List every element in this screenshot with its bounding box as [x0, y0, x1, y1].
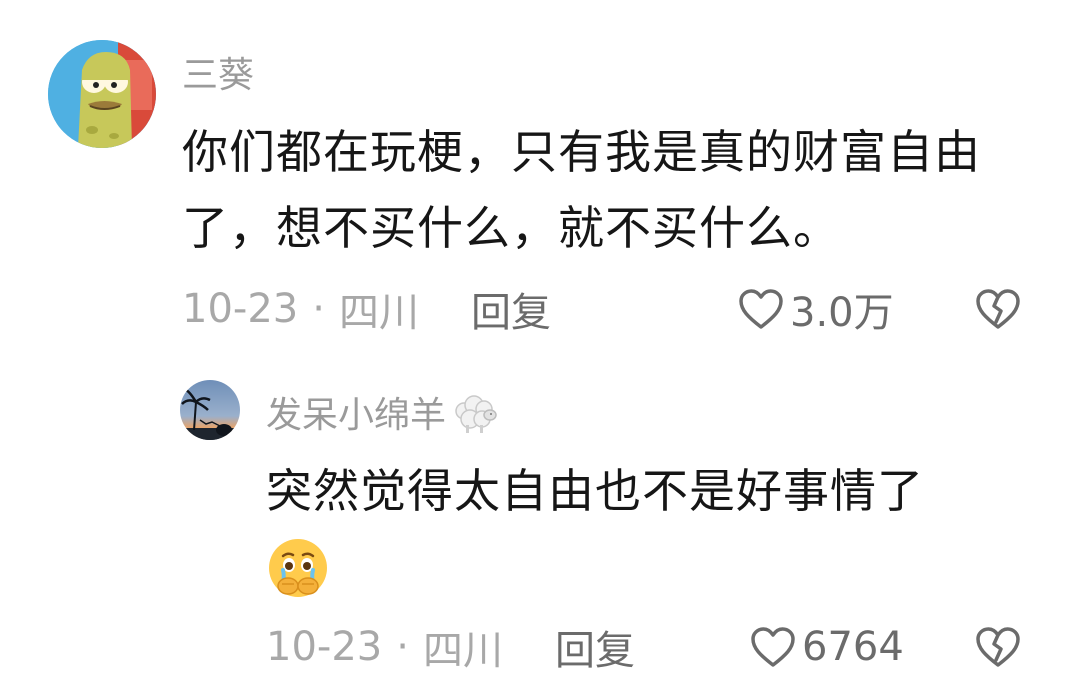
username[interactable]: 三葵 [182, 46, 254, 98]
comment-date: 10-23 [182, 286, 299, 332]
heart-outline-icon [750, 626, 796, 668]
username-text: 发呆小绵羊 [266, 395, 447, 436]
meta-separator: · [396, 624, 409, 670]
sheep-icon [450, 389, 500, 435]
like-button[interactable]: 6764 [750, 622, 904, 672]
comment-date: 10-23 [266, 624, 383, 670]
reply-button[interactable]: 回复 [471, 280, 551, 338]
comment-meta: 10-23 · 四川 回复 [182, 284, 551, 336]
broken-heart-icon[interactable] [974, 624, 1022, 670]
avatar[interactable] [48, 40, 156, 148]
meta-separator: · [312, 286, 325, 332]
sunset-palm-avatar-icon [180, 380, 240, 440]
comment-location: 四川 [338, 290, 419, 336]
comment-location: 四川 [422, 628, 503, 674]
holding-back-tears-emoji [266, 536, 330, 600]
like-count: 6764 [802, 624, 904, 670]
username[interactable]: 发呆小绵羊 [266, 386, 500, 438]
like-button[interactable]: 3.0万 [738, 284, 894, 336]
avatar[interactable] [180, 380, 240, 440]
comment-text: 突然觉得太自由也不是好事情了 [266, 464, 924, 518]
reply-button[interactable]: 回复 [555, 618, 635, 676]
reply-item: 发呆小绵羊 突然觉得太自由也不是好事情了 10-23 · 四川 回复 6764 [0, 360, 1080, 689]
like-count: 3.0万 [790, 290, 894, 336]
heart-outline-icon [738, 288, 784, 330]
comment-item: 三葵 你们都在玩梗，只有我是真的财富自由了，想不买什么，就不买什么。 10-23… [0, 0, 1080, 345]
cartoon-fish-avatar-icon [48, 40, 156, 148]
comment-meta: 10-23 · 四川 回复 [266, 622, 635, 674]
comment-text: 你们都在玩梗，只有我是真的财富自由了，想不买什么，就不买什么。 [182, 125, 981, 255]
broken-heart-icon[interactable] [974, 286, 1022, 332]
